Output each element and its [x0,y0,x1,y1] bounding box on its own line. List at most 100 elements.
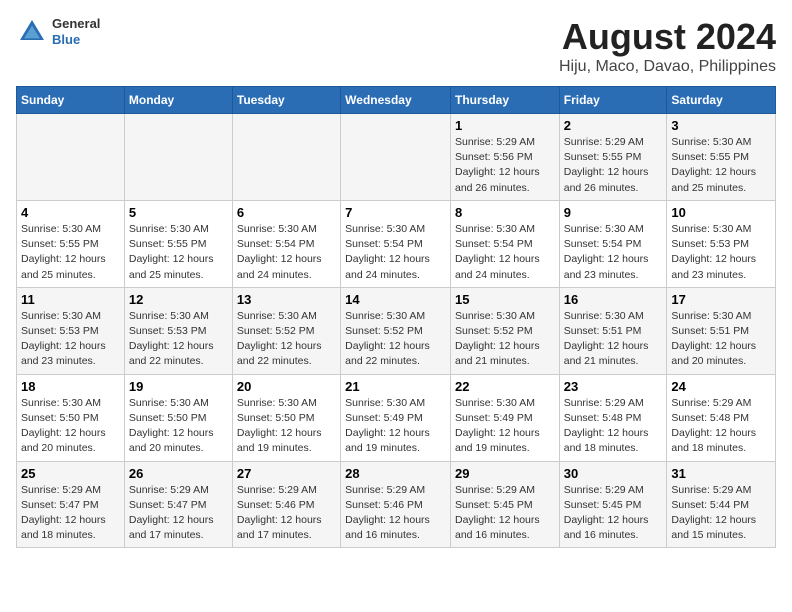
day-number: 6 [237,205,336,220]
day-info: Sunrise: 5:30 AM Sunset: 5:51 PM Dayligh… [564,309,663,370]
title-block: August 2024 Hiju, Maco, Davao, Philippin… [559,16,776,76]
calendar-cell: 7Sunrise: 5:30 AM Sunset: 5:54 PM Daylig… [341,200,451,287]
day-info: Sunrise: 5:30 AM Sunset: 5:52 PM Dayligh… [237,309,336,370]
calendar-cell [232,114,340,201]
calendar-cell: 1 Sunrise: 5:29 AM Sunset: 5:56 PM Daylig… [450,114,559,201]
calendar-cell: 18Sunrise: 5:30 AM Sunset: 5:50 PM Dayli… [17,374,125,461]
day-info: Sunrise: 5:30 AM Sunset: 5:50 PM Dayligh… [129,396,228,457]
calendar-cell: 10Sunrise: 5:30 AM Sunset: 5:53 PM Dayli… [667,200,776,287]
day-info: Sunrise: 5:29 AM Sunset: 5:46 PM Dayligh… [345,483,446,544]
day-info: Sunrise: 5:29 AM Sunset: 5:48 PM Dayligh… [564,396,663,457]
weekday-header: Sunday [17,87,125,114]
day-info: Sunrise: 5:29 AM Sunset: 5:47 PM Dayligh… [21,483,120,544]
day-info: Sunrise: 5:30 AM Sunset: 5:54 PM Dayligh… [564,222,663,283]
day-info: Sunrise: 5:30 AM Sunset: 5:55 PM Dayligh… [129,222,228,283]
day-number: 29 [455,466,555,481]
day-number: 30 [564,466,663,481]
day-info: Sunrise: 5:29 AM Sunset: 5:47 PM Dayligh… [129,483,228,544]
calendar-cell: 19 Sunrise: 5:30 AM Sunset: 5:50 PM Dayli… [124,374,232,461]
calendar-cell [17,114,125,201]
day-info: Sunrise: 5:30 AM Sunset: 5:49 PM Dayligh… [455,396,555,457]
day-info: Sunrise: 5:30 AM Sunset: 5:55 PM Dayligh… [671,135,771,196]
calendar-cell: 12 Sunrise: 5:30 AM Sunset: 5:53 PM Dayli… [124,287,232,374]
day-info: Sunrise: 5:30 AM Sunset: 5:50 PM Dayligh… [21,396,120,457]
day-info: Sunrise: 5:29 AM Sunset: 5:55 PM Dayligh… [564,135,663,196]
calendar-cell: 30Sunrise: 5:29 AM Sunset: 5:45 PM Dayli… [559,461,667,548]
calendar-cell: 5 Sunrise: 5:30 AM Sunset: 5:55 PM Daylig… [124,200,232,287]
day-number: 15 [455,292,555,307]
calendar-cell: 6Sunrise: 5:30 AM Sunset: 5:54 PM Daylig… [232,200,340,287]
day-info: Sunrise: 5:29 AM Sunset: 5:46 PM Dayligh… [237,483,336,544]
calendar-row: 18Sunrise: 5:30 AM Sunset: 5:50 PM Dayli… [17,374,776,461]
calendar-table: SundayMondayTuesdayWednesdayThursdayFrid… [16,86,776,548]
logo: General Blue [16,16,100,48]
page-title: August 2024 [559,16,776,58]
page-subtitle: Hiju, Maco, Davao, Philippines [559,58,776,76]
calendar-cell: 4 Sunrise: 5:30 AM Sunset: 5:55 PM Daylig… [17,200,125,287]
day-info: Sunrise: 5:29 AM Sunset: 5:56 PM Dayligh… [455,135,555,196]
logo-text: General Blue [52,16,100,47]
calendar-cell: 3 Sunrise: 5:30 AM Sunset: 5:55 PM Daylig… [667,114,776,201]
day-info: Sunrise: 5:30 AM Sunset: 5:54 PM Dayligh… [455,222,555,283]
weekday-header: Wednesday [341,87,451,114]
day-number: 22 [455,379,555,394]
day-info: Sunrise: 5:30 AM Sunset: 5:53 PM Dayligh… [21,309,120,370]
day-info: Sunrise: 5:30 AM Sunset: 5:54 PM Dayligh… [345,222,446,283]
calendar-row: 25 Sunrise: 5:29 AM Sunset: 5:47 PM Dayli… [17,461,776,548]
day-number: 14 [345,292,446,307]
day-number: 13 [237,292,336,307]
calendar-cell: 29 Sunrise: 5:29 AM Sunset: 5:45 PM Dayli… [450,461,559,548]
weekday-header: Tuesday [232,87,340,114]
logo-icon [16,16,48,48]
calendar-cell: 17 Sunrise: 5:30 AM Sunset: 5:51 PM Dayli… [667,287,776,374]
calendar-cell: 9Sunrise: 5:30 AM Sunset: 5:54 PM Daylig… [559,200,667,287]
calendar-cell: 26 Sunrise: 5:29 AM Sunset: 5:47 PM Dayli… [124,461,232,548]
day-number: 11 [21,292,120,307]
calendar-cell: 23 Sunrise: 5:29 AM Sunset: 5:48 PM Dayli… [559,374,667,461]
calendar-cell [341,114,451,201]
calendar-row: 1 Sunrise: 5:29 AM Sunset: 5:56 PM Daylig… [17,114,776,201]
calendar-row: 4 Sunrise: 5:30 AM Sunset: 5:55 PM Daylig… [17,200,776,287]
calendar-cell: 31Sunrise: 5:29 AM Sunset: 5:44 PM Dayli… [667,461,776,548]
calendar-cell: 27Sunrise: 5:29 AM Sunset: 5:46 PM Dayli… [232,461,340,548]
day-info: Sunrise: 5:30 AM Sunset: 5:53 PM Dayligh… [671,222,771,283]
day-number: 16 [564,292,663,307]
day-info: Sunrise: 5:30 AM Sunset: 5:55 PM Dayligh… [21,222,120,283]
day-number: 26 [129,466,228,481]
day-number: 3 [671,118,771,133]
calendar-cell: 22 Sunrise: 5:30 AM Sunset: 5:49 PM Dayli… [450,374,559,461]
day-number: 28 [345,466,446,481]
day-info: Sunrise: 5:30 AM Sunset: 5:53 PM Dayligh… [129,309,228,370]
day-number: 21 [345,379,446,394]
day-number: 4 [21,205,120,220]
weekday-header: Thursday [450,87,559,114]
day-number: 25 [21,466,120,481]
day-info: Sunrise: 5:30 AM Sunset: 5:51 PM Dayligh… [671,309,771,370]
day-info: Sunrise: 5:30 AM Sunset: 5:52 PM Dayligh… [455,309,555,370]
calendar-cell: 21 Sunrise: 5:30 AM Sunset: 5:49 PM Dayli… [341,374,451,461]
day-number: 20 [237,379,336,394]
day-info: Sunrise: 5:30 AM Sunset: 5:50 PM Dayligh… [237,396,336,457]
day-info: Sunrise: 5:30 AM Sunset: 5:52 PM Dayligh… [345,309,446,370]
weekday-header: Friday [559,87,667,114]
calendar-header-row: SundayMondayTuesdayWednesdayThursdayFrid… [17,87,776,114]
day-number: 2 [564,118,663,133]
calendar-cell: 24Sunrise: 5:29 AM Sunset: 5:48 PM Dayli… [667,374,776,461]
page-header: General Blue August 2024 Hiju, Maco, Dav… [16,16,776,76]
day-number: 8 [455,205,555,220]
day-number: 19 [129,379,228,394]
day-info: Sunrise: 5:29 AM Sunset: 5:48 PM Dayligh… [671,396,771,457]
day-number: 17 [671,292,771,307]
day-number: 23 [564,379,663,394]
weekday-header: Saturday [667,87,776,114]
calendar-cell: 2 Sunrise: 5:29 AM Sunset: 5:55 PM Daylig… [559,114,667,201]
calendar-cell: 28 Sunrise: 5:29 AM Sunset: 5:46 PM Dayli… [341,461,451,548]
day-info: Sunrise: 5:29 AM Sunset: 5:44 PM Dayligh… [671,483,771,544]
calendar-row: 11 Sunrise: 5:30 AM Sunset: 5:53 PM Dayli… [17,287,776,374]
day-number: 12 [129,292,228,307]
day-info: Sunrise: 5:29 AM Sunset: 5:45 PM Dayligh… [455,483,555,544]
day-number: 1 [455,118,555,133]
day-number: 5 [129,205,228,220]
weekday-header: Monday [124,87,232,114]
day-info: Sunrise: 5:30 AM Sunset: 5:49 PM Dayligh… [345,396,446,457]
